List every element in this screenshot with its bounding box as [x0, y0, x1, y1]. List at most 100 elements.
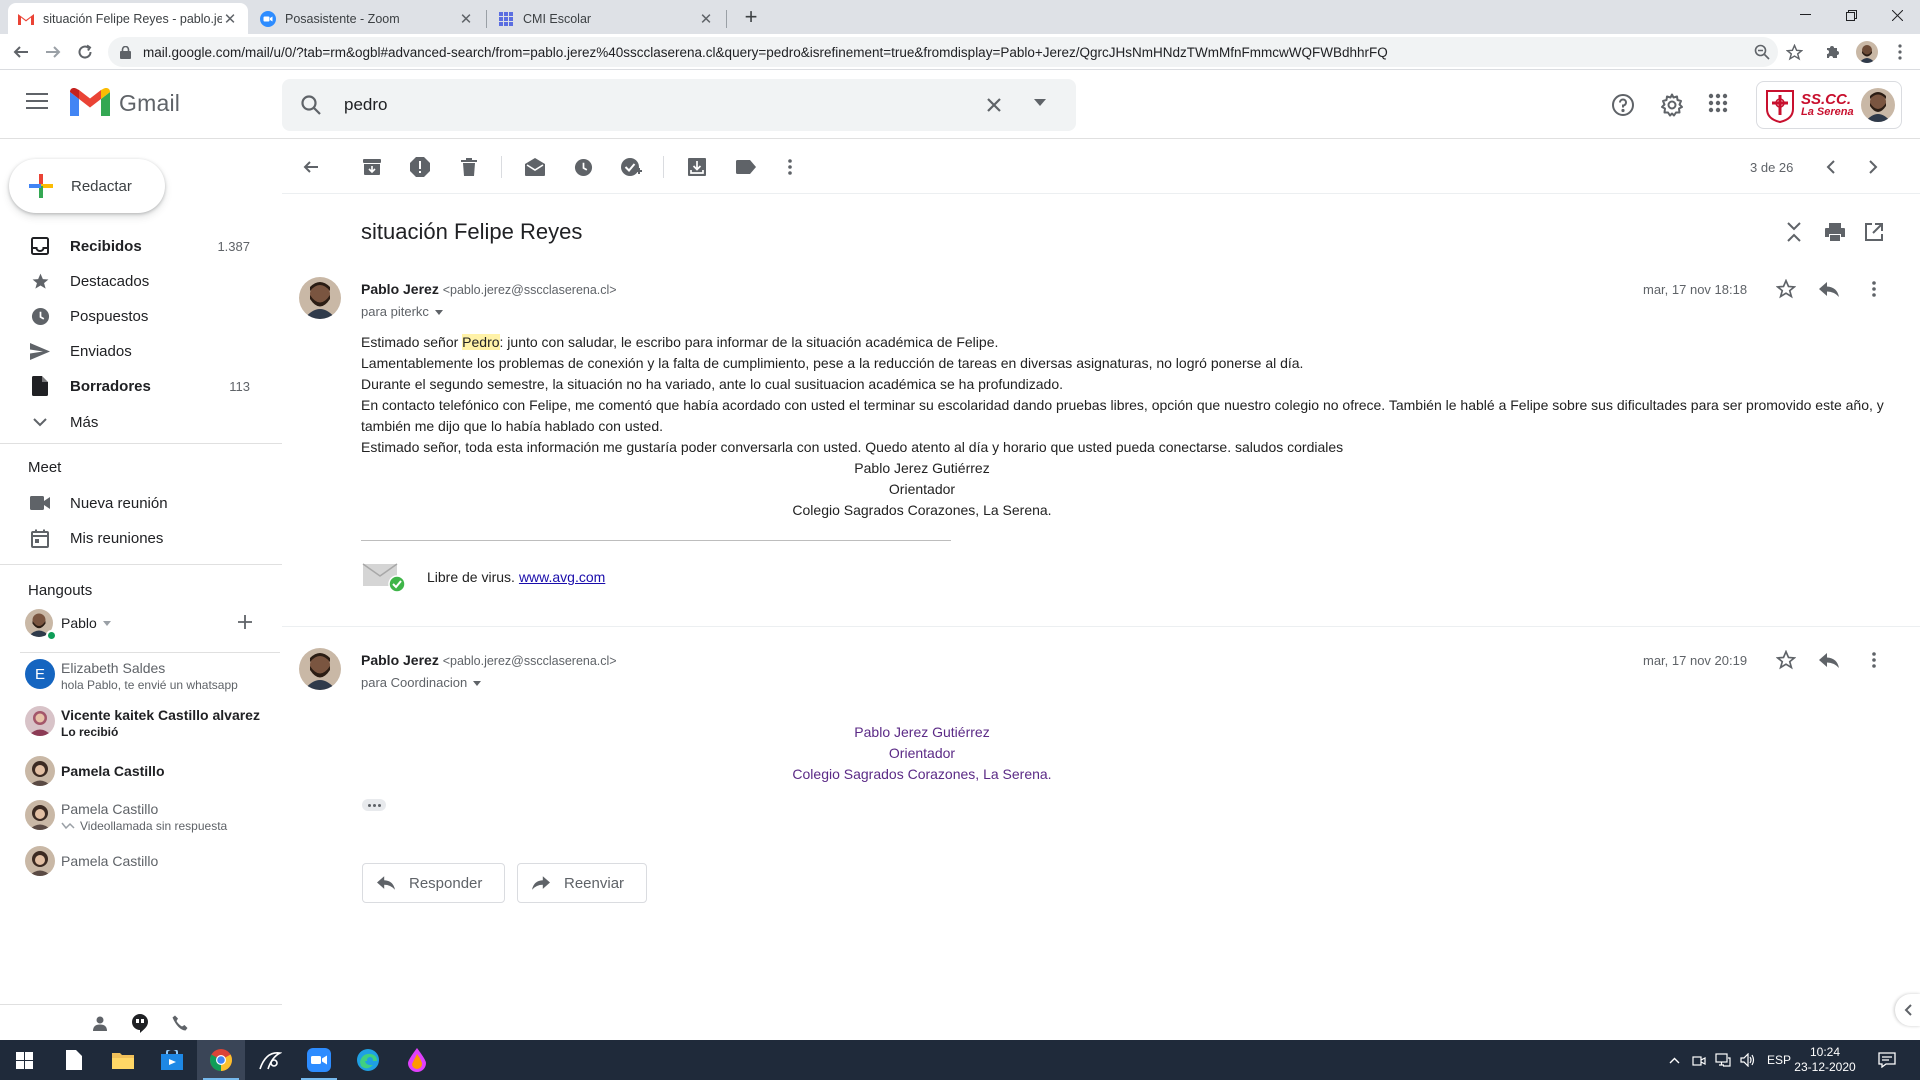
- caret-down-icon: [434, 310, 443, 316]
- snooze-clock-icon[interactable]: [571, 155, 595, 179]
- sidebar-item-drafts[interactable]: Borradores 113: [0, 370, 260, 402]
- sender-avatar[interactable]: [299, 648, 341, 690]
- sidebar-item-starred[interactable]: Destacados: [0, 265, 260, 297]
- sender-avatar[interactable]: [299, 277, 341, 319]
- label-tag-icon[interactable]: [734, 155, 758, 179]
- apps-grid-icon[interactable]: [1708, 93, 1732, 117]
- show-trimmed-content-button[interactable]: [362, 799, 386, 811]
- newer-chevron-left-icon[interactable]: [1818, 155, 1842, 179]
- close-window-button[interactable]: [1874, 0, 1920, 30]
- sender-name[interactable]: Pablo Jerez: [361, 281, 439, 297]
- hangouts-status-selector[interactable]: Pablo: [61, 615, 111, 631]
- tray-expand-chevron-icon[interactable]: [1669, 1057, 1680, 1064]
- mark-unread-icon[interactable]: [523, 155, 547, 179]
- reply-icon[interactable]: [1817, 648, 1841, 672]
- sidebar-item-sent[interactable]: Enviados: [0, 335, 260, 367]
- help-icon[interactable]: [1611, 93, 1635, 117]
- hangouts-contact[interactable]: Pamela Castillo Videollamada sin respues…: [0, 796, 282, 836]
- phone-call-icon[interactable]: [169, 1013, 191, 1033]
- clear-search-icon[interactable]: [982, 93, 1006, 117]
- sidebar-item-snoozed[interactable]: Pospuestos: [0, 300, 260, 332]
- settings-gear-icon[interactable]: [1660, 93, 1684, 117]
- sidebar-item-inbox[interactable]: Recibidos 1.387: [0, 230, 260, 262]
- hangouts-contact[interactable]: E Elizabeth Saldes hola Pablo, te envié …: [0, 655, 282, 695]
- recipient-toggle[interactable]: para piterkc: [361, 304, 443, 319]
- search-input[interactable]: [344, 92, 964, 118]
- pen-app-icon[interactable]: [246, 1040, 294, 1080]
- input-language[interactable]: ESP: [1767, 1053, 1791, 1067]
- network-icon[interactable]: [1715, 1053, 1731, 1067]
- more-options-icon[interactable]: [778, 155, 802, 179]
- reload-icon[interactable]: [74, 41, 96, 63]
- avg-link[interactable]: www.avg.com: [519, 569, 605, 585]
- system-clock[interactable]: 10:24 23-12-2020: [1790, 1045, 1860, 1075]
- recipient-toggle[interactable]: para Coordinacion: [361, 675, 482, 690]
- new-tab-button[interactable]: +: [738, 5, 764, 31]
- archive-icon[interactable]: [360, 155, 384, 179]
- message-more-icon[interactable]: [1862, 648, 1886, 672]
- tab-gmail[interactable]: situación Felipe Reyes - pablo.jerez@ssc…: [8, 3, 248, 34]
- contacts-person-icon[interactable]: [89, 1013, 111, 1033]
- hangouts-contact[interactable]: Vicente kaitek Castillo alvarez Lo recib…: [0, 702, 282, 742]
- volume-icon[interactable]: [1740, 1053, 1756, 1067]
- body-text: Estimado señor: [361, 334, 463, 350]
- side-panel-toggle[interactable]: [1895, 994, 1920, 1026]
- windows-start-icon[interactable]: [0, 1040, 48, 1080]
- document-app-icon[interactable]: [50, 1040, 98, 1080]
- action-center-icon[interactable]: [1862, 1040, 1912, 1080]
- back-to-list-icon[interactable]: [299, 155, 323, 179]
- report-spam-icon[interactable]: [408, 155, 432, 179]
- profile-avatar[interactable]: [1856, 41, 1878, 63]
- gmail-logo[interactable]: Gmail: [70, 88, 180, 118]
- add-to-tasks-icon[interactable]: [619, 155, 643, 179]
- open-new-window-icon[interactable]: [1862, 220, 1886, 244]
- restore-window-button[interactable]: [1828, 0, 1874, 30]
- close-tab-icon[interactable]: ✕: [698, 10, 714, 28]
- move-to-icon[interactable]: [685, 155, 709, 179]
- bookmark-star-icon[interactable]: [1784, 42, 1804, 62]
- close-tab-icon[interactable]: ✕: [222, 10, 238, 28]
- forward-arrow-icon[interactable]: [42, 41, 64, 63]
- compose-button[interactable]: Redactar: [9, 159, 165, 213]
- message-more-icon[interactable]: [1862, 277, 1886, 301]
- chrome-taskbar-icon[interactable]: [197, 1040, 245, 1080]
- account-switcher[interactable]: SS.CC. La Serena: [1756, 81, 1902, 129]
- back-arrow-icon[interactable]: [10, 41, 32, 63]
- hangouts-self-avatar[interactable]: [25, 609, 57, 641]
- reply-button[interactable]: Responder: [362, 863, 506, 903]
- address-bar[interactable]: mail.google.com/mail/u/0/?tab=rm&ogbl#ad…: [108, 37, 1778, 67]
- forward-button[interactable]: Reenviar: [517, 863, 648, 903]
- sidebar-item-my-meetings[interactable]: Mis reuniones: [0, 522, 260, 554]
- chrome-menu-icon[interactable]: [1890, 42, 1910, 62]
- paint-drop-app-icon[interactable]: [393, 1040, 441, 1080]
- edge-taskbar-icon[interactable]: [344, 1040, 392, 1080]
- search-options-dropdown-icon[interactable]: [1034, 99, 1046, 106]
- tab-zoom[interactable]: Posasistente - Zoom ✕: [250, 3, 484, 34]
- search-icon[interactable]: [300, 94, 322, 116]
- reply-icon[interactable]: [1817, 277, 1841, 301]
- zoom-magnifier-icon[interactable]: [1752, 42, 1772, 62]
- minimize-window-button[interactable]: [1782, 0, 1828, 30]
- tab-cmi-escolar[interactable]: CMI Escolar ✕: [488, 3, 724, 34]
- hangouts-contact[interactable]: Pamela Castillo: [0, 752, 282, 792]
- sidebar-item-more[interactable]: Más: [0, 406, 260, 438]
- account-avatar[interactable]: [1861, 88, 1895, 122]
- sidebar-item-new-meeting[interactable]: Nueva reunión: [0, 487, 260, 519]
- file-explorer-icon[interactable]: [99, 1040, 147, 1080]
- older-chevron-right-icon[interactable]: [1861, 155, 1885, 179]
- hangouts-contact[interactable]: Pamela Castillo: [0, 842, 282, 882]
- hangouts-chat-icon[interactable]: [129, 1013, 151, 1033]
- collapse-all-icon[interactable]: [1782, 220, 1806, 244]
- extensions-puzzle-icon[interactable]: [1823, 42, 1843, 62]
- delete-trash-icon[interactable]: [457, 155, 481, 179]
- star-message-icon[interactable]: [1774, 648, 1798, 672]
- new-conversation-plus-icon[interactable]: [237, 614, 255, 632]
- zoom-taskbar-icon[interactable]: [295, 1040, 343, 1080]
- close-tab-icon[interactable]: ✕: [458, 10, 474, 28]
- meet-now-icon[interactable]: [1692, 1053, 1706, 1067]
- sender-name[interactable]: Pablo Jerez: [361, 652, 439, 668]
- print-icon[interactable]: [1823, 220, 1847, 244]
- store-app-icon[interactable]: [148, 1040, 196, 1080]
- main-menu-icon[interactable]: [26, 93, 52, 117]
- star-message-icon[interactable]: [1774, 277, 1798, 301]
